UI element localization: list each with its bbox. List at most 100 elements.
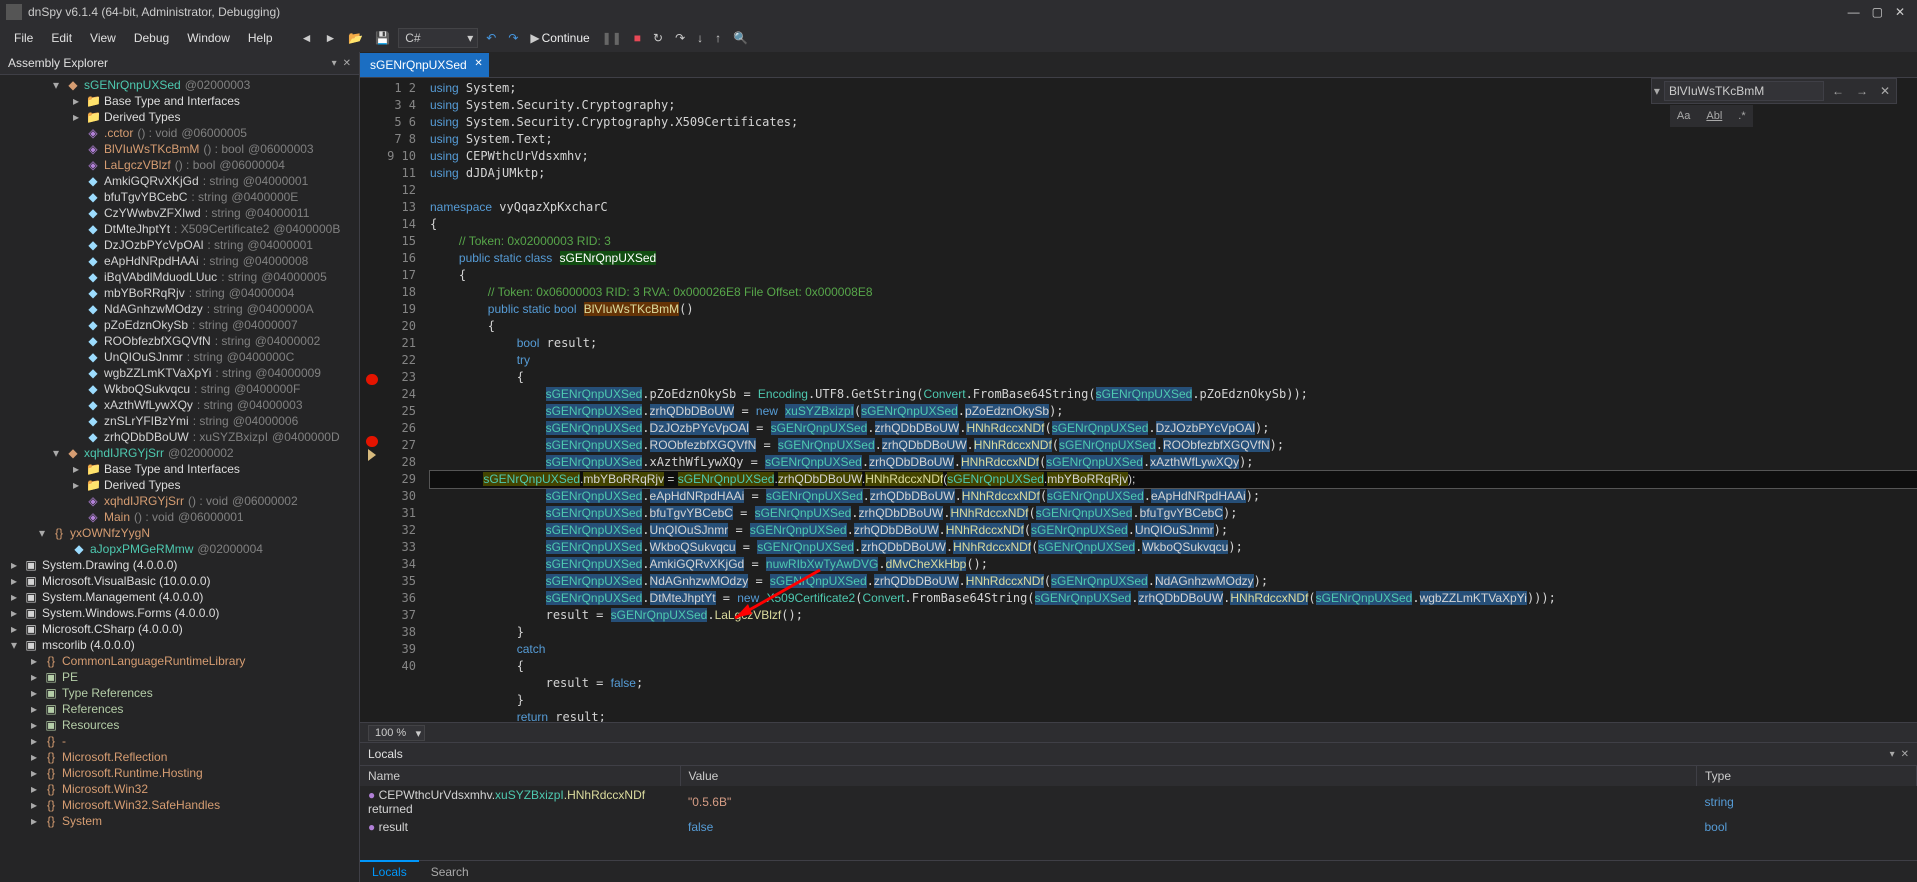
stop-button[interactable]: ■: [630, 29, 645, 47]
expander-icon[interactable]: ▸: [28, 750, 40, 764]
find-expand-icon[interactable]: ▾: [1654, 84, 1660, 98]
find-regex-option[interactable]: .*: [1733, 107, 1750, 125]
breakpoint-icon[interactable]: [366, 374, 378, 385]
tree-row[interactable]: ▸📁Derived Types: [0, 477, 359, 493]
tree-row[interactable]: ◈xqhdIJRGYjSrr() : void @06000002: [0, 493, 359, 509]
tree-row[interactable]: ▸▣System.Drawing (4.0.0.0): [0, 557, 359, 573]
tree-row[interactable]: ◈BlVIuWsTKcBmM() : bool @06000003: [0, 141, 359, 157]
tree-row[interactable]: ▸{}Microsoft.Win32.SafeHandles: [0, 797, 359, 813]
expander-icon[interactable]: ▸: [28, 734, 40, 748]
tree-row[interactable]: ◆wgbZZLmKTVaXpYi : string @04000009: [0, 365, 359, 381]
undo-button[interactable]: ↶: [482, 29, 500, 47]
tree-row[interactable]: ▾▣mscorlib (4.0.0.0): [0, 637, 359, 653]
tree-row[interactable]: ▸▣PE: [0, 669, 359, 685]
save-button[interactable]: 💾: [371, 29, 394, 47]
menu-help[interactable]: Help: [240, 27, 281, 49]
tree-row[interactable]: ◆xAzthWfLywXQy : string @04000003: [0, 397, 359, 413]
tree-row[interactable]: ▾{}yxOWNfzYygN: [0, 525, 359, 541]
tree-row[interactable]: ▸{}Microsoft.Runtime.Hosting: [0, 765, 359, 781]
code-editor[interactable]: using System; using System.Security.Cryp…: [424, 78, 1917, 722]
tree-row[interactable]: ◆pZoEdznOkySb : string @04000007: [0, 317, 359, 333]
tree-row[interactable]: ◆CzYWwbvZFXIwd : string @04000011: [0, 205, 359, 221]
expander-icon[interactable]: ▸: [28, 702, 40, 716]
expander-icon[interactable]: ▸: [70, 110, 82, 124]
expander-icon[interactable]: ▸: [28, 782, 40, 796]
expander-icon[interactable]: ▾: [36, 526, 48, 540]
expander-icon[interactable]: ▸: [70, 478, 82, 492]
tree-row[interactable]: ◈Main() : void @06000001: [0, 509, 359, 525]
editor-tab[interactable]: sGENrQnpUXSed✕: [360, 53, 489, 77]
step-out-button[interactable]: ↑: [711, 29, 725, 47]
continue-button[interactable]: ▶Continue: [526, 29, 593, 47]
expander-icon[interactable]: ▸: [8, 574, 20, 588]
expander-icon[interactable]: ▸: [28, 798, 40, 812]
tree-row[interactable]: ▸{}Microsoft.Win32: [0, 781, 359, 797]
search-toolbar-button[interactable]: 🔍: [729, 29, 752, 47]
tree-row[interactable]: ◆DzJOzbPYcVpOAl : string @04000001: [0, 237, 359, 253]
menu-debug[interactable]: Debug: [126, 27, 177, 49]
tree-row[interactable]: ◆znSLrYFIBzYmi : string @04000006: [0, 413, 359, 429]
tree-row[interactable]: ◆WkboQSukvqcu : string @0400000F: [0, 381, 359, 397]
tree-row[interactable]: ▸▣Microsoft.VisualBasic (10.0.0.0): [0, 573, 359, 589]
nav-back-button[interactable]: ◄: [297, 29, 317, 47]
expander-icon[interactable]: ▾: [50, 78, 62, 92]
find-next-button[interactable]: →: [1852, 82, 1872, 100]
step-into-button[interactable]: ↓: [693, 29, 707, 47]
tree-row[interactable]: ◆bfuTgvYBCebC : string @0400000E: [0, 189, 359, 205]
tree-row[interactable]: ▸▣System.Management (4.0.0.0): [0, 589, 359, 605]
tree-row[interactable]: ◆mbYBoRRqRjv : string @04000004: [0, 285, 359, 301]
panel-options-icon[interactable]: ▾: [332, 58, 337, 69]
find-prev-button[interactable]: ←: [1828, 82, 1848, 100]
bottom-tab-locals[interactable]: Locals: [360, 860, 419, 882]
find-word-option[interactable]: Abl: [1701, 107, 1727, 125]
find-case-option[interactable]: Aa: [1672, 107, 1695, 125]
tree-row[interactable]: ◆ROObfezbfXGQVfN : string @04000002: [0, 333, 359, 349]
breakpoint-icon[interactable]: [366, 436, 378, 447]
tree-row[interactable]: ▸{}System: [0, 813, 359, 829]
expander-icon[interactable]: ▸: [8, 558, 20, 572]
zoom-dropdown[interactable]: 100 %: [368, 725, 425, 741]
tree-row[interactable]: ◆NdAGnhzwMOdzy : string @0400000A: [0, 301, 359, 317]
tree-row[interactable]: ◆zrhQDbDBoUW : xuSYZBxizpI @0400000D: [0, 429, 359, 445]
expander-icon[interactable]: ▸: [70, 462, 82, 476]
tree-row[interactable]: ◆AmkiGQRvXKjGd : string @04000001: [0, 173, 359, 189]
menu-view[interactable]: View: [82, 27, 124, 49]
expander-icon[interactable]: ▸: [70, 94, 82, 108]
tree-row[interactable]: ▸▣Resources: [0, 717, 359, 733]
tree-row[interactable]: ▸📁Base Type and Interfaces: [0, 461, 359, 477]
expander-icon[interactable]: ▸: [28, 670, 40, 684]
language-dropdown[interactable]: C#: [398, 28, 478, 48]
tree-row[interactable]: ▸▣Type References: [0, 685, 359, 701]
find-input[interactable]: [1664, 81, 1824, 101]
find-close-button[interactable]: ✕: [1876, 82, 1894, 100]
expander-icon[interactable]: ▸: [28, 814, 40, 828]
tree-row[interactable]: ◆eApHdNRpdHAAi : string @04000008: [0, 253, 359, 269]
expander-icon[interactable]: ▾: [8, 638, 20, 652]
menu-window[interactable]: Window: [179, 27, 238, 49]
tab-close-icon[interactable]: ✕: [474, 58, 482, 69]
tree-row[interactable]: ▸▣Microsoft.CSharp (4.0.0.0): [0, 621, 359, 637]
redo-button[interactable]: ↷: [504, 29, 522, 47]
tree-row[interactable]: ▸📁Base Type and Interfaces: [0, 93, 359, 109]
tree-row[interactable]: ◆aJopxPMGeRMmw @02000004: [0, 541, 359, 557]
menu-file[interactable]: File: [6, 27, 41, 49]
close-button[interactable]: ✕: [1895, 5, 1905, 19]
minimize-button[interactable]: —: [1848, 5, 1860, 19]
tree-row[interactable]: ▾◆xqhdIJRGYjSrr @02000002: [0, 445, 359, 461]
tree-row[interactable]: ◆DtMteJhptYt : X509Certificate2 @0400000…: [0, 221, 359, 237]
menu-edit[interactable]: Edit: [43, 27, 80, 49]
tree-row[interactable]: ▸▣References: [0, 701, 359, 717]
expander-icon[interactable]: ▸: [8, 606, 20, 620]
tree-row[interactable]: ▸{}CommonLanguageRuntimeLibrary: [0, 653, 359, 669]
bottom-tab-search[interactable]: Search: [419, 862, 481, 882]
open-button[interactable]: 📂: [344, 29, 367, 47]
tree-row[interactable]: ▾◆sGENrQnpUXSed @02000003: [0, 77, 359, 93]
tree-row[interactable]: ◆UnQIOuSJnmr : string @0400000C: [0, 349, 359, 365]
assembly-tree[interactable]: ▾◆sGENrQnpUXSed @02000003▸📁Base Type and…: [0, 75, 359, 882]
nav-forward-button[interactable]: ►: [320, 29, 340, 47]
tree-row[interactable]: ▸{}-: [0, 733, 359, 749]
tree-row[interactable]: ▸▣System.Windows.Forms (4.0.0.0): [0, 605, 359, 621]
panel-close-icon[interactable]: ✕: [343, 58, 351, 69]
tree-row[interactable]: ◈LaLgczVBlzf() : bool @06000004: [0, 157, 359, 173]
tree-row[interactable]: ▸📁Derived Types: [0, 109, 359, 125]
